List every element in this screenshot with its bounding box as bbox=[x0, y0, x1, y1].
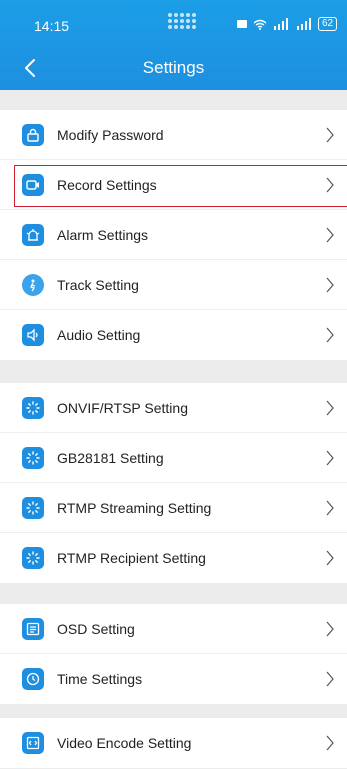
battery-indicator: 62 bbox=[318, 17, 338, 31]
chevron-right-icon bbox=[326, 500, 334, 516]
chevron-right-icon bbox=[326, 177, 334, 193]
app-grid-icon bbox=[168, 13, 196, 29]
row-record-settings[interactable]: Record Settings bbox=[0, 160, 347, 210]
page-title: Settings bbox=[142, 58, 205, 77]
chevron-right-icon bbox=[326, 227, 334, 243]
loading-spinner-icon bbox=[22, 497, 44, 519]
chevron-right-icon bbox=[326, 327, 334, 343]
speaker-icon bbox=[22, 324, 44, 346]
row-label: GB28181 Setting bbox=[57, 450, 164, 466]
row-osd-setting[interactable]: OSD Setting bbox=[0, 604, 347, 654]
video-camera-icon bbox=[22, 174, 44, 196]
loading-spinner-icon bbox=[22, 447, 44, 469]
chevron-right-icon bbox=[326, 550, 334, 566]
video-encode-icon bbox=[22, 732, 44, 754]
alarm-icon bbox=[22, 224, 44, 246]
chevron-right-icon bbox=[326, 127, 334, 143]
track-icon bbox=[22, 274, 44, 296]
settings-group-1: Modify Password Record Settings Alarm Se… bbox=[0, 110, 347, 360]
loading-spinner-icon bbox=[22, 397, 44, 419]
row-time-settings[interactable]: Time Settings bbox=[0, 654, 347, 704]
app-header: 14:15 62 Settings bbox=[0, 0, 347, 90]
settings-group-4: Video Encode Setting bbox=[0, 718, 347, 768]
row-label: Modify Password bbox=[57, 127, 164, 143]
row-modify-password[interactable]: Modify Password bbox=[0, 110, 347, 160]
row-label: RTMP Streaming Setting bbox=[57, 500, 212, 516]
row-video-encode-setting[interactable]: Video Encode Setting bbox=[0, 718, 347, 768]
chevron-right-icon bbox=[326, 735, 334, 751]
settings-group-2: ONVIF/RTSP Setting GB28181 Setting RTMP … bbox=[0, 383, 347, 583]
signal-4g-icon bbox=[274, 18, 288, 30]
row-label: Video Encode Setting bbox=[57, 735, 192, 751]
row-label: Time Settings bbox=[57, 671, 143, 687]
row-rtmp-streaming-setting[interactable]: RTMP Streaming Setting bbox=[0, 483, 347, 533]
chevron-right-icon bbox=[326, 277, 334, 293]
row-gb28181-setting[interactable]: GB28181 Setting bbox=[0, 433, 347, 483]
row-alarm-settings[interactable]: Alarm Settings bbox=[0, 210, 347, 260]
chevron-right-icon bbox=[326, 400, 334, 416]
row-label: Record Settings bbox=[57, 177, 157, 193]
row-label: Alarm Settings bbox=[57, 227, 149, 243]
chevron-right-icon bbox=[326, 621, 334, 637]
osd-icon bbox=[22, 618, 44, 640]
signal-5g-icon bbox=[297, 18, 311, 30]
row-track-setting[interactable]: Track Setting bbox=[0, 260, 347, 310]
lock-icon bbox=[22, 124, 44, 146]
status-time: 14:15 bbox=[34, 18, 70, 34]
chevron-right-icon bbox=[326, 450, 334, 466]
row-audio-setting[interactable]: Audio Setting bbox=[0, 310, 347, 360]
row-label: OSD Setting bbox=[57, 621, 135, 637]
clock-icon bbox=[22, 668, 44, 690]
loading-spinner-icon bbox=[22, 547, 44, 569]
settings-group-3: OSD Setting Time Settings bbox=[0, 604, 347, 704]
chevron-right-icon bbox=[326, 671, 334, 687]
row-label: Audio Setting bbox=[57, 327, 141, 343]
row-rtmp-recipient-setting[interactable]: RTMP Recipient Setting bbox=[0, 533, 347, 583]
wifi-icon bbox=[253, 19, 267, 30]
status-bar: 14:15 62 bbox=[0, 0, 347, 46]
status-indicators: 62 bbox=[236, 17, 338, 31]
row-label: RTMP Recipient Setting bbox=[57, 550, 206, 566]
row-label: Track Setting bbox=[57, 277, 139, 293]
alarm-clock-status-icon bbox=[237, 20, 247, 28]
row-onvif-rtsp-setting[interactable]: ONVIF/RTSP Setting bbox=[0, 383, 347, 433]
row-label: ONVIF/RTSP Setting bbox=[57, 400, 188, 416]
